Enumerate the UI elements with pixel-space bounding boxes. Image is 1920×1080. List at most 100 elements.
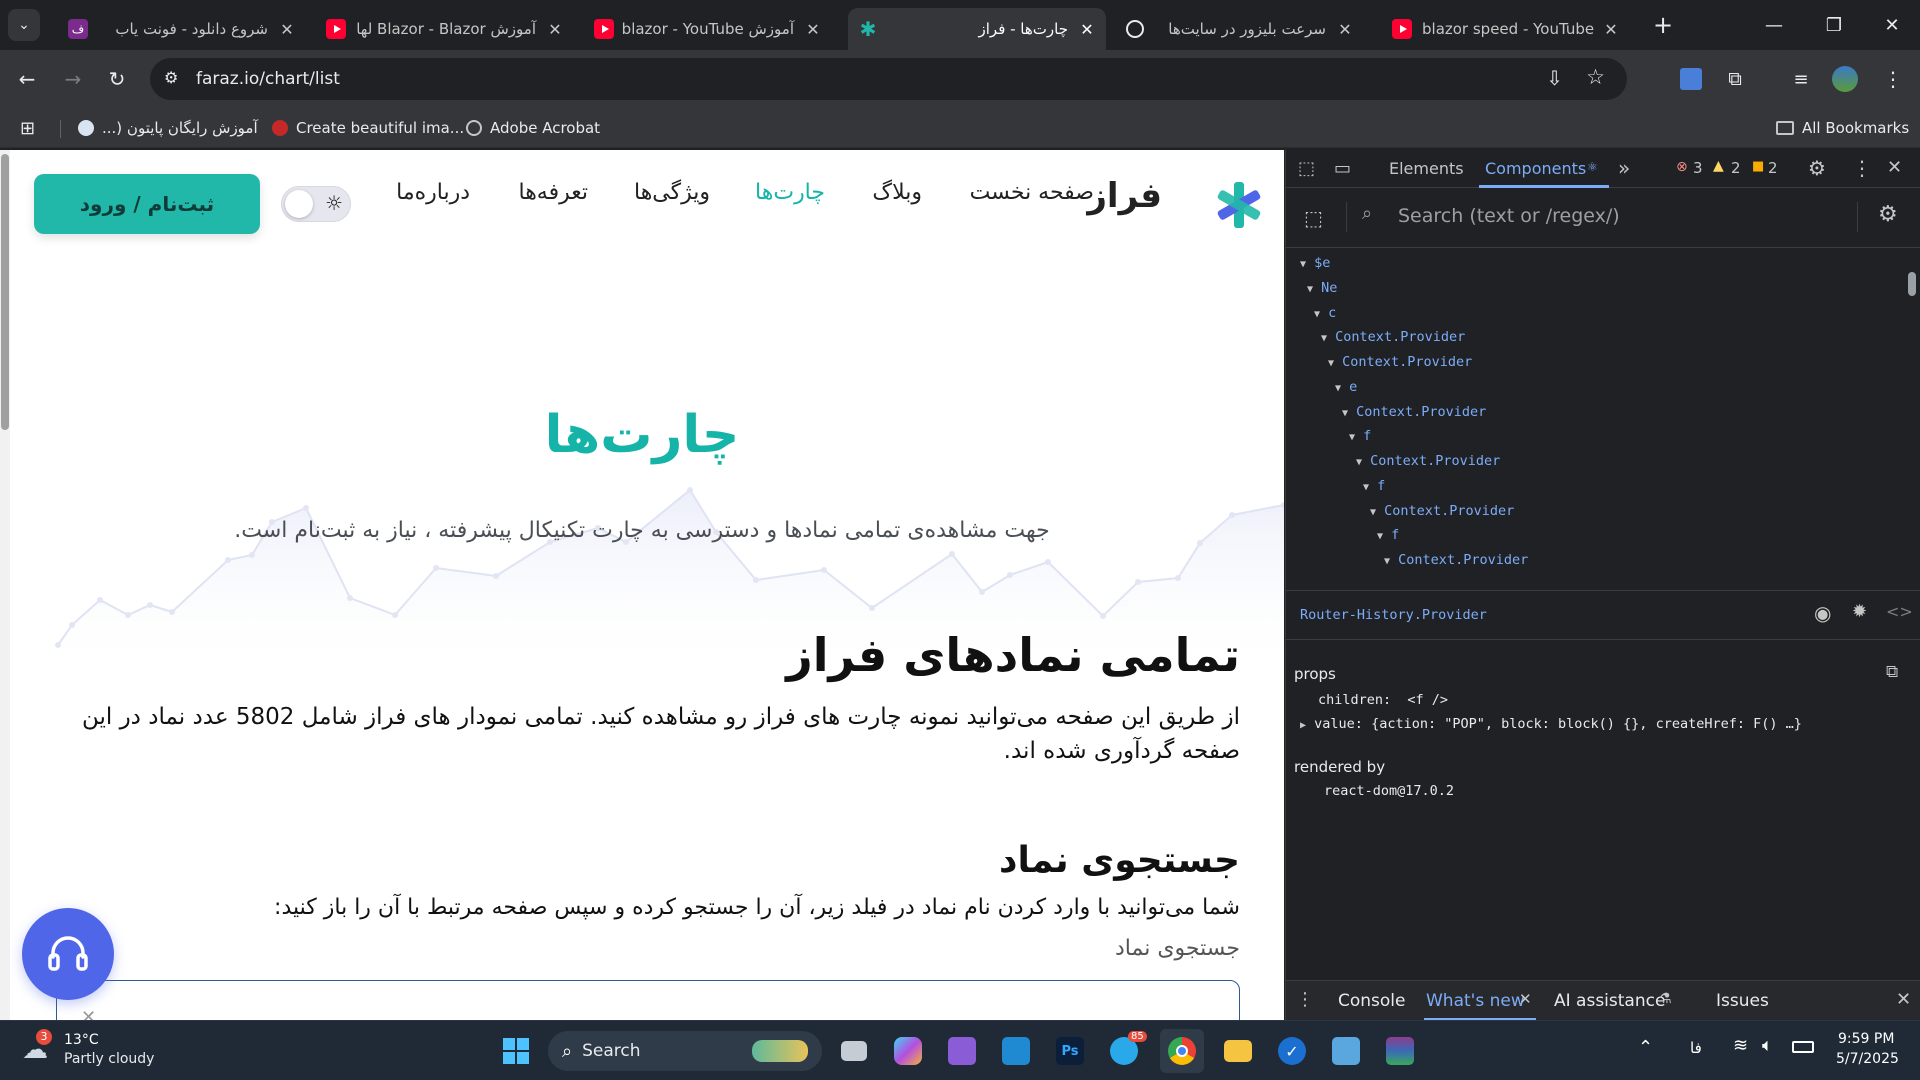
back-button[interactable]: ← xyxy=(10,62,44,96)
remote-desktop-icon[interactable] xyxy=(1324,1029,1368,1073)
tab-blazor-2[interactable]: آموزش blazor - YouTube ✕ xyxy=(584,8,832,50)
volume-icon[interactable]: 🔈︎ xyxy=(1762,1035,1773,1056)
vscode-icon[interactable] xyxy=(994,1029,1038,1073)
nav-charts[interactable]: چارت‌ها xyxy=(755,180,825,205)
tree-node[interactable]: ▼ Ne xyxy=(1307,280,1337,296)
clock-date[interactable]: 5/7/2025 xyxy=(1836,1051,1899,1067)
translate-extension-icon[interactable] xyxy=(1674,62,1708,96)
chrome-icon[interactable] xyxy=(1160,1029,1204,1073)
tree-node[interactable]: ▼ c xyxy=(1314,305,1336,321)
close-tab-icon[interactable]: ✕ xyxy=(1519,990,1532,1008)
tree-node[interactable]: ▼ f xyxy=(1349,428,1371,444)
tab-elements[interactable]: Elements xyxy=(1389,159,1464,178)
component-settings-icon[interactable]: ⚙ xyxy=(1878,202,1898,227)
tab-blazor-1[interactable]: آموزش Blazor - Blazor لها ✕ xyxy=(316,8,574,50)
bookmark-create-image[interactable]: Create beautiful ima... xyxy=(272,114,464,142)
bookmark-python[interactable]: آموزش رایگان پایتون (... xyxy=(78,114,258,142)
tree-node[interactable]: ▼ Context.Provider xyxy=(1370,503,1514,519)
tree-node[interactable]: ▼ f xyxy=(1377,527,1399,543)
file-explorer-icon[interactable] xyxy=(1216,1029,1260,1073)
nav-blog[interactable]: وبلاگ xyxy=(872,180,922,205)
drawer-tab-issues[interactable]: Issues xyxy=(1716,991,1769,1011)
clear-icon[interactable]: ✕ xyxy=(81,1007,96,1020)
device-toolbar-icon[interactable]: ▭ xyxy=(1334,158,1351,179)
bookmark-adobe-acrobat[interactable]: Adobe Acrobat xyxy=(466,114,600,142)
forward-button[interactable]: → xyxy=(56,62,90,96)
copy-props-icon[interactable]: ⧉ xyxy=(1886,662,1898,682)
maximize-button[interactable]: ❐ xyxy=(1804,0,1864,50)
clock-time[interactable]: 9:59 PM xyxy=(1838,1031,1894,1047)
bug-icon[interactable]: ✹ xyxy=(1852,601,1867,622)
close-tab-icon[interactable]: ✕ xyxy=(1336,20,1354,39)
telegram-icon[interactable]: 85 xyxy=(1102,1029,1147,1073)
site-info-icon[interactable]: ⚙ xyxy=(164,68,178,87)
reload-button[interactable]: ↻ xyxy=(100,62,134,96)
media-control-icon[interactable]: ≡ xyxy=(1784,62,1818,96)
tree-node[interactable]: ▼ Context.Provider xyxy=(1342,404,1486,420)
photoshop-icon[interactable]: Ps xyxy=(1048,1029,1092,1073)
app-check-icon[interactable]: ✓ xyxy=(1270,1029,1314,1073)
tree-node[interactable]: ▼ Context.Provider xyxy=(1384,552,1528,568)
view-source-icon[interactable]: <> xyxy=(1886,602,1913,621)
signup-login-button[interactable]: ثبت‌نام / ورود xyxy=(34,174,260,234)
close-drawer-icon[interactable]: ✕ xyxy=(1896,989,1911,1010)
tab-components[interactable]: Components xyxy=(1485,159,1586,178)
scrollbar-thumb[interactable] xyxy=(1908,272,1916,296)
start-button[interactable] xyxy=(494,1029,538,1073)
close-tab-icon[interactable]: ✕ xyxy=(1602,20,1620,39)
tree-node[interactable]: ▼ $e xyxy=(1300,255,1330,271)
url-text[interactable]: faraz.io/chart/list xyxy=(196,69,340,89)
tree-node[interactable]: ▼ Context.Provider xyxy=(1328,354,1472,370)
task-view-icon[interactable] xyxy=(832,1029,876,1073)
new-tab-button[interactable]: + xyxy=(1648,10,1678,40)
language-indicator[interactable]: فا xyxy=(1690,1039,1702,1057)
taskbar-search[interactable]: ⌕ Search xyxy=(548,1031,822,1071)
visual-studio-icon[interactable] xyxy=(940,1029,984,1073)
battery-icon[interactable] xyxy=(1792,1041,1814,1053)
close-tab-icon[interactable]: ✕ xyxy=(546,20,564,39)
eye-icon[interactable]: ◉ xyxy=(1814,601,1831,625)
winrar-icon[interactable] xyxy=(1378,1029,1422,1073)
apps-icon[interactable]: ⊞ xyxy=(20,114,35,142)
tab-search-button[interactable]: ⌄ xyxy=(8,9,40,41)
tree-scrollbar[interactable] xyxy=(1906,260,1918,580)
close-window-button[interactable]: ✕ xyxy=(1862,0,1920,50)
all-bookmarks[interactable]: All Bookmarks xyxy=(1776,114,1909,142)
support-chat-button[interactable] xyxy=(22,908,114,1000)
show-hidden-icons[interactable]: ⌃ xyxy=(1638,1037,1653,1058)
close-tab-icon[interactable]: ✕ xyxy=(804,20,822,39)
profile-avatar[interactable] xyxy=(1828,62,1862,96)
tab-faraz-charts[interactable]: ✱ چارت‌ها - فراز ✕ xyxy=(848,8,1106,50)
weather-widget[interactable]: ☁ 3 13°C Partly cloudy xyxy=(20,1029,170,1073)
theme-toggle[interactable]: ☼ xyxy=(281,186,351,222)
drawer-tab-console[interactable]: Console xyxy=(1338,991,1406,1011)
bookmark-star-icon[interactable]: ☆ xyxy=(1586,65,1605,89)
error-count[interactable]: 3 xyxy=(1693,159,1703,177)
wifi-icon[interactable]: ≋ xyxy=(1733,1035,1748,1056)
component-search-input[interactable]: Search (text or /regex/) xyxy=(1398,205,1620,227)
nav-about[interactable]: درباره‌ما xyxy=(396,180,470,205)
warning-icon[interactable]: ▲ xyxy=(1713,158,1724,174)
devtools-menu-icon[interactable]: ⋮ xyxy=(1852,156,1872,180)
more-tabs-icon[interactable]: » xyxy=(1618,156,1630,180)
tree-node[interactable]: ▼ f xyxy=(1363,478,1385,494)
issues-count[interactable]: 2 xyxy=(1768,159,1778,177)
drawer-tab-whats-new[interactable]: What's new xyxy=(1426,991,1525,1011)
prop-value[interactable]: ▶ value: {action: "POP", block: block() … xyxy=(1300,716,1802,732)
tree-node[interactable]: ▼ Context.Provider xyxy=(1356,453,1500,469)
address-bar[interactable]: ⚙ faraz.io/chart/list ⇩ ☆ xyxy=(150,58,1627,100)
nav-pricing[interactable]: تعرفه‌ها xyxy=(519,180,589,205)
close-devtools-icon[interactable]: ✕ xyxy=(1887,157,1902,178)
nav-features[interactable]: ویژگی‌ها xyxy=(634,180,710,205)
drawer-menu-icon[interactable]: ⋮ xyxy=(1296,989,1314,1010)
close-tab-icon[interactable]: ✕ xyxy=(1078,20,1096,39)
error-icon[interactable]: ⊗ xyxy=(1676,159,1688,175)
settings-gear-icon[interactable]: ⚙ xyxy=(1808,156,1826,180)
install-app-icon[interactable]: ⇩ xyxy=(1546,66,1563,90)
symbol-search-input[interactable]: ✕ xyxy=(56,980,1240,1020)
inspect-element-icon[interactable]: ⬚ xyxy=(1298,158,1315,179)
copilot-icon[interactable] xyxy=(886,1029,930,1073)
drawer-tab-ai-assistance[interactable]: AI assistance xyxy=(1554,991,1665,1011)
warning-count[interactable]: 2 xyxy=(1731,159,1741,177)
select-component-icon[interactable]: ⬚ xyxy=(1304,206,1323,230)
